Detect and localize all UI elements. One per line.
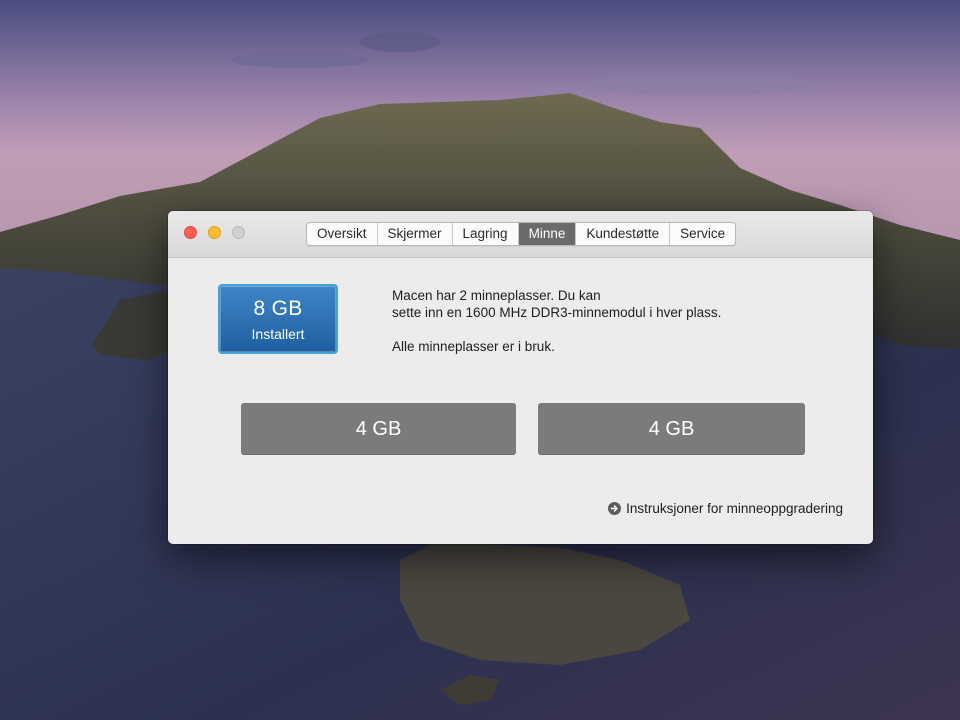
about-this-mac-window: Oversikt Skjermer Lagring Minne Kundestø… xyxy=(168,211,873,544)
tab-memory[interactable]: Minne xyxy=(518,223,577,245)
installed-memory-size: 8 GB xyxy=(253,297,303,320)
memory-info-text: Macen har 2 minneplasser. Du kan sette i… xyxy=(392,287,721,355)
arrow-right-circle-icon xyxy=(608,502,622,515)
desktop: Oversikt Skjermer Lagring Minne Kundestø… xyxy=(0,0,960,720)
minimize-window-button[interactable] xyxy=(208,226,221,239)
tab-bar: Oversikt Skjermer Lagring Minne Kundestø… xyxy=(306,222,737,246)
tab-displays[interactable]: Skjermer xyxy=(378,223,453,245)
tab-storage[interactable]: Lagring xyxy=(453,223,519,245)
window-titlebar[interactable]: Oversikt Skjermer Lagring Minne Kundestø… xyxy=(168,211,873,258)
memory-info-line-3: Alle minneplasser er i bruk. xyxy=(392,339,555,354)
tab-support[interactable]: Kundestøtte xyxy=(576,223,671,245)
tab-service[interactable]: Service xyxy=(670,223,735,245)
memory-slot-1: 4 GB xyxy=(241,403,516,455)
zoom-window-button xyxy=(232,226,245,239)
memory-pane: 8 GB Installert Macen har 2 minneplasser… xyxy=(168,258,873,544)
memory-upgrade-link-label[interactable]: Instruksjoner for minneoppgradering xyxy=(626,501,843,516)
close-window-button[interactable] xyxy=(184,226,197,239)
tab-overview[interactable]: Oversikt xyxy=(307,223,378,245)
installed-memory-label: Installert xyxy=(251,326,305,342)
memory-slot-2: 4 GB xyxy=(538,403,805,455)
memory-slot-2-size: 4 GB xyxy=(648,417,695,440)
memory-info-line-2: sette inn en 1600 MHz DDR3-minnemodul i … xyxy=(392,305,722,320)
memory-slot-1-size: 4 GB xyxy=(355,417,402,440)
memory-info-line-1: Macen har 2 minneplasser. Du kan xyxy=(392,288,601,303)
memory-upgrade-instructions-link[interactable]: Instruksjoner for minneoppgradering xyxy=(608,501,843,516)
installed-memory-badge: 8 GB Installert xyxy=(218,284,338,354)
